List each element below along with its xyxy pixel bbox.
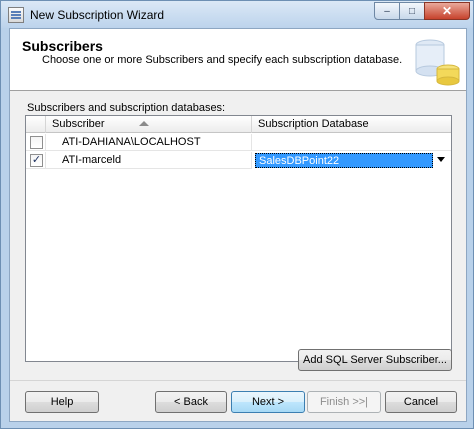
button-separator (10, 380, 466, 381)
page-title: Subscribers (22, 38, 103, 54)
column-header-subscriber[interactable]: Subscriber (46, 116, 252, 133)
wizard-window: New Subscription Wizard – □ ✕ Subscriber… (0, 0, 474, 429)
column-header-check (26, 116, 46, 133)
back-button[interactable]: < Back (155, 391, 227, 413)
window-title: New Subscription Wizard (30, 8, 165, 22)
subscription-database-cell[interactable] (252, 134, 451, 151)
subscriber-name: ATI-DAHIANA\LOCALHOST (46, 134, 252, 151)
grid-header: Subscriber Subscription Database (26, 116, 451, 133)
wizard-header: Subscribers Choose one or more Subscribe… (10, 29, 466, 91)
app-icon (8, 7, 24, 23)
subscription-database-value: SalesDBPoint22 (255, 153, 433, 168)
add-sql-server-subscriber-button[interactable]: Add SQL Server Subscriber... (298, 349, 452, 371)
database-server-icon (415, 39, 460, 86)
subscribers-grid: Subscriber Subscription Database ATI-DAH… (25, 115, 452, 362)
column-header-subscriber-label: Subscriber (52, 118, 105, 130)
sort-ascending-icon (139, 121, 149, 126)
close-button[interactable]: ✕ (424, 2, 470, 20)
title-bar[interactable]: New Subscription Wizard – □ ✕ (1, 1, 473, 28)
table-row: ATI-DAHIANA\LOCALHOST (26, 134, 451, 151)
column-header-database[interactable]: Subscription Database (252, 116, 451, 133)
grid-label: Subscribers and subscription databases: (27, 102, 226, 114)
subscriber-checkbox[interactable] (30, 136, 43, 149)
page-description: Choose one or more Subscribers and speci… (42, 54, 403, 66)
subscriber-checkbox[interactable]: ✓ (30, 154, 43, 167)
table-row: ✓ ATI-marceld SalesDBPoint22 (26, 152, 451, 169)
subscription-database-dropdown[interactable]: SalesDBPoint22 (252, 152, 451, 169)
subscriber-name: ATI-marceld (46, 152, 252, 169)
next-button[interactable]: Next > (231, 391, 305, 413)
wizard-client-area: Subscribers Choose one or more Subscribe… (9, 28, 467, 422)
row-check-cell: ✓ (26, 152, 46, 169)
help-button[interactable]: Help (25, 391, 99, 413)
maximize-button[interactable]: □ (399, 2, 425, 20)
finish-button[interactable]: Finish >>| (307, 391, 381, 413)
minimize-button[interactable]: – (374, 2, 400, 20)
row-check-cell (26, 134, 46, 151)
chevron-down-icon[interactable] (437, 157, 445, 162)
cancel-button[interactable]: Cancel (385, 391, 457, 413)
